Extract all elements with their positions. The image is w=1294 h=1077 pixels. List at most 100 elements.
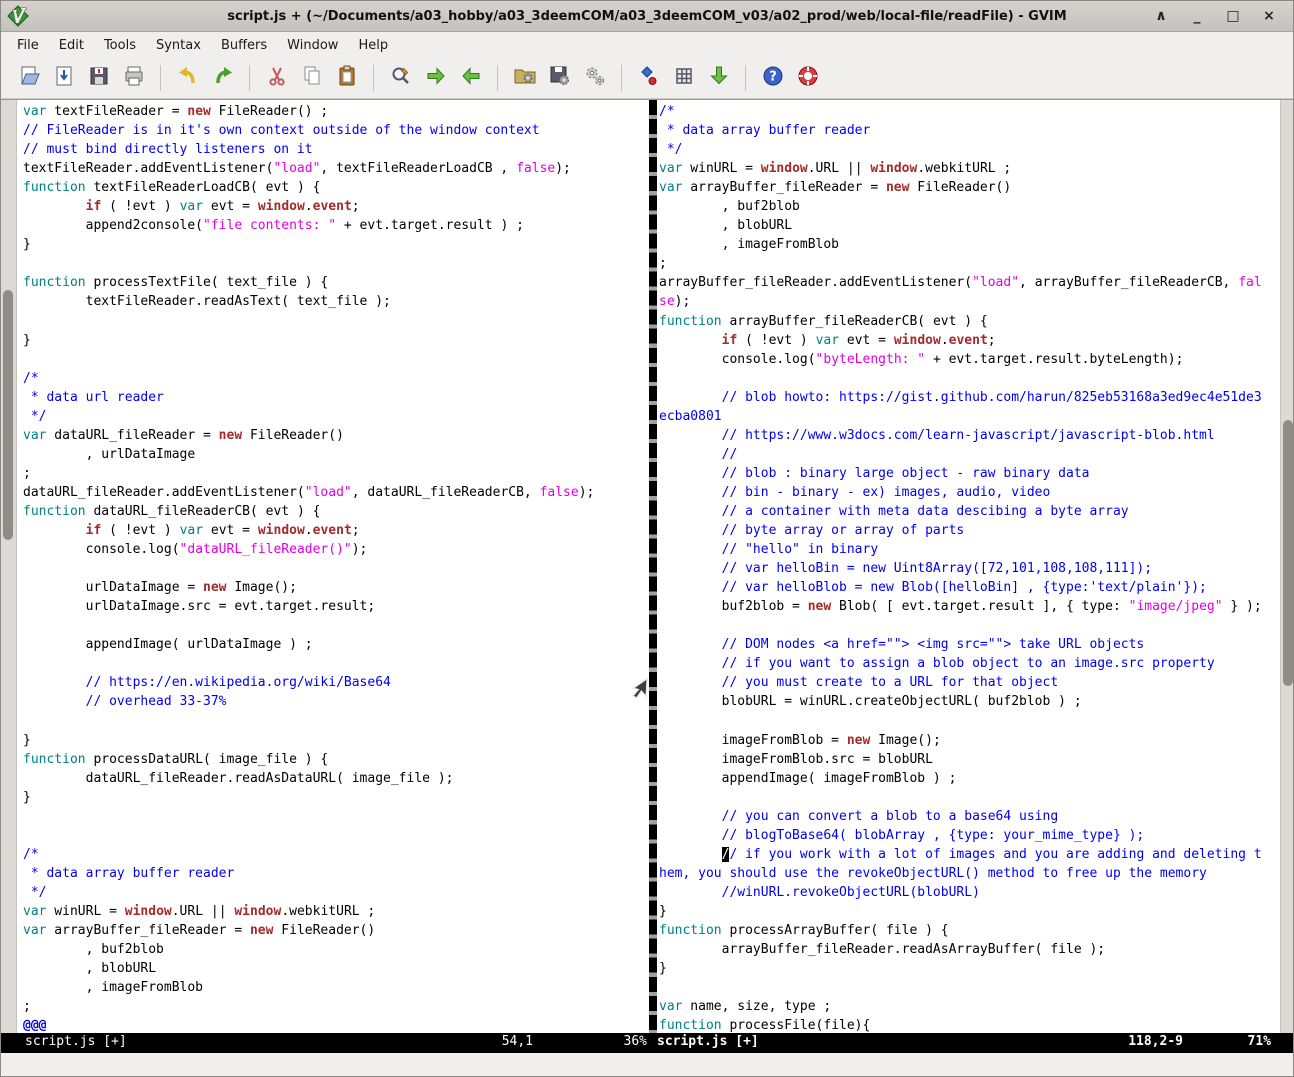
redo-icon xyxy=(211,64,235,92)
paste-icon xyxy=(335,64,359,92)
code-line xyxy=(23,254,649,273)
code-line: var arrayBuffer_fileReader = new FileRea… xyxy=(659,178,1280,197)
menu-edit[interactable]: Edit xyxy=(49,35,94,56)
menu-help[interactable]: Help xyxy=(348,35,398,56)
find-help-icon xyxy=(796,64,820,92)
open-icon xyxy=(17,64,41,92)
code-line: // xyxy=(659,445,1280,464)
toolbar-find-next-button[interactable] xyxy=(418,62,453,94)
mouse-pointer-icon xyxy=(631,678,657,710)
toolbar-save-session-button[interactable] xyxy=(542,62,577,94)
toolbar-undo-button[interactable] xyxy=(170,62,205,94)
menu-window[interactable]: Window xyxy=(277,35,348,56)
code-line xyxy=(659,978,1280,997)
statusline-left-window[interactable]: script.js [+] 54,1 36% xyxy=(1,1033,651,1053)
code-line xyxy=(659,369,1280,388)
code-line: // var helloBlob = new Blob([helloBin] ,… xyxy=(659,578,1280,597)
load-session-icon xyxy=(513,64,537,92)
code-line: , blobURL xyxy=(23,959,649,978)
titlebar[interactable]: script.js + (~/Documents/a03_hobby/a03_3… xyxy=(1,1,1293,32)
toolbar-copy-button[interactable] xyxy=(294,62,329,94)
code-line: dataURL_fileReader.addEventListener("loa… xyxy=(23,483,649,502)
toolbar-separator xyxy=(160,65,161,91)
menubar: FileEditToolsSyntaxBuffersWindowHelp xyxy=(1,32,1293,58)
find-replace-icon xyxy=(389,64,413,92)
left-scrollbar-track[interactable] xyxy=(1,100,17,1034)
close-button[interactable]: × xyxy=(1261,8,1277,24)
code-line: * data array buffer reader xyxy=(659,121,1280,140)
code-line xyxy=(23,616,649,635)
code-line: } xyxy=(23,235,649,254)
code-pane-right[interactable]: /* * data array buffer reader */var winU… xyxy=(659,102,1280,1034)
gvim-window: script.js + (~/Documents/a03_hobby/a03_3… xyxy=(0,0,1294,1077)
toolbar-save-button[interactable] xyxy=(46,62,81,94)
vertical-split-separator[interactable] xyxy=(649,100,657,1034)
code-line: // FileReader is in it's own context out… xyxy=(23,121,649,140)
code-line xyxy=(23,350,649,369)
code-line: hem, you should use the revokeObjectURL(… xyxy=(659,864,1280,883)
toolbar-build-tags-button[interactable] xyxy=(666,62,701,94)
code-line: // you must create to a URL for that obj… xyxy=(659,673,1280,692)
make-icon xyxy=(637,64,661,92)
toolbar-open-button[interactable] xyxy=(11,62,46,94)
code-line: textFileReader.addEventListener("load", … xyxy=(23,159,649,178)
run-script-icon xyxy=(583,64,607,92)
code-line xyxy=(23,826,649,845)
toolbar-run-script-button[interactable] xyxy=(577,62,612,94)
toolbar-tag-jump-button[interactable] xyxy=(701,62,736,94)
toolbar-save-all-button[interactable] xyxy=(81,62,116,94)
toolbar-load-session-button[interactable] xyxy=(507,62,542,94)
menu-tools[interactable]: Tools xyxy=(94,35,146,56)
shade-button[interactable]: ∧ xyxy=(1153,8,1169,24)
menu-syntax[interactable]: Syntax xyxy=(146,35,211,56)
code-line: } xyxy=(23,331,649,350)
toolbar-print-button[interactable] xyxy=(116,62,151,94)
toolbar-make-button[interactable] xyxy=(631,62,666,94)
menu-buffers[interactable]: Buffers xyxy=(211,35,277,56)
statusline-scroll-percent: 71% xyxy=(1248,1034,1271,1049)
menu-file[interactable]: File xyxy=(7,35,49,56)
statusline-right-window[interactable]: script.js [+] 118,2-9 71% xyxy=(651,1033,1294,1053)
code-line: urlDataImage = new Image(); xyxy=(23,578,649,597)
toolbar-paste-button[interactable] xyxy=(329,62,364,94)
code-pane-left[interactable]: var textFileReader = new FileReader() ;/… xyxy=(23,102,649,1034)
code-line: // blob : binary large object - raw bina… xyxy=(659,464,1280,483)
code-line: // byte array or array of parts xyxy=(659,521,1280,540)
toolbar-cut-button[interactable] xyxy=(259,62,294,94)
code-line: buf2blob = new Blob( [ evt.target.result… xyxy=(659,597,1280,616)
toolbar-find-replace-button[interactable] xyxy=(383,62,418,94)
vim-logo-icon xyxy=(7,5,29,27)
toolbar-help-button[interactable]: ? xyxy=(755,62,790,94)
copy-icon xyxy=(300,64,324,92)
code-line: * data array buffer reader xyxy=(23,864,649,883)
code-line: urlDataImage.src = evt.target.result; xyxy=(23,597,649,616)
toolbar-redo-button[interactable] xyxy=(205,62,240,94)
code-line: textFileReader.readAsText( text_file ); xyxy=(23,292,649,311)
statusline-scroll-percent: 36% xyxy=(624,1034,647,1049)
maximize-button[interactable]: □ xyxy=(1225,8,1241,24)
right-scrollbar-track[interactable] xyxy=(1280,100,1294,1034)
left-scrollbar-thumb[interactable] xyxy=(3,290,13,540)
code-line: ecba0801 xyxy=(659,407,1280,426)
code-line: // https://en.wikipedia.org/wiki/Base64 xyxy=(23,673,649,692)
right-scrollbar-thumb[interactable] xyxy=(1283,420,1293,686)
window-title: script.js + (~/Documents/a03_hobby/a03_3… xyxy=(1,9,1293,24)
toolbar-find-prev-button[interactable] xyxy=(453,62,488,94)
code-line: imageFromBlob.src = blobURL xyxy=(659,750,1280,769)
minimize-button[interactable]: _ xyxy=(1189,8,1205,24)
code-line: var dataURL_fileReader = new FileReader(… xyxy=(23,426,649,445)
code-line: arrayBuffer_fileReader.addEventListener(… xyxy=(659,273,1280,292)
code-line xyxy=(23,712,649,731)
code-line: var winURL = window.URL || window.webkit… xyxy=(659,159,1280,178)
code-line: ; xyxy=(23,464,649,483)
code-line: , blobURL xyxy=(659,216,1280,235)
toolbar-find-help-button[interactable] xyxy=(790,62,825,94)
code-line: */ xyxy=(659,140,1280,159)
code-line: var winURL = window.URL || window.webkit… xyxy=(23,902,649,921)
code-line: // bin - binary - ex) images, audio, vid… xyxy=(659,483,1280,502)
build-tags-icon xyxy=(672,64,696,92)
code-line: function processDataURL( image_file ) { xyxy=(23,750,649,769)
window-controls: ∧ _ □ × xyxy=(1153,8,1293,24)
print-icon xyxy=(122,64,146,92)
code-line: // var helloBin = new Uint8Array([72,101… xyxy=(659,559,1280,578)
